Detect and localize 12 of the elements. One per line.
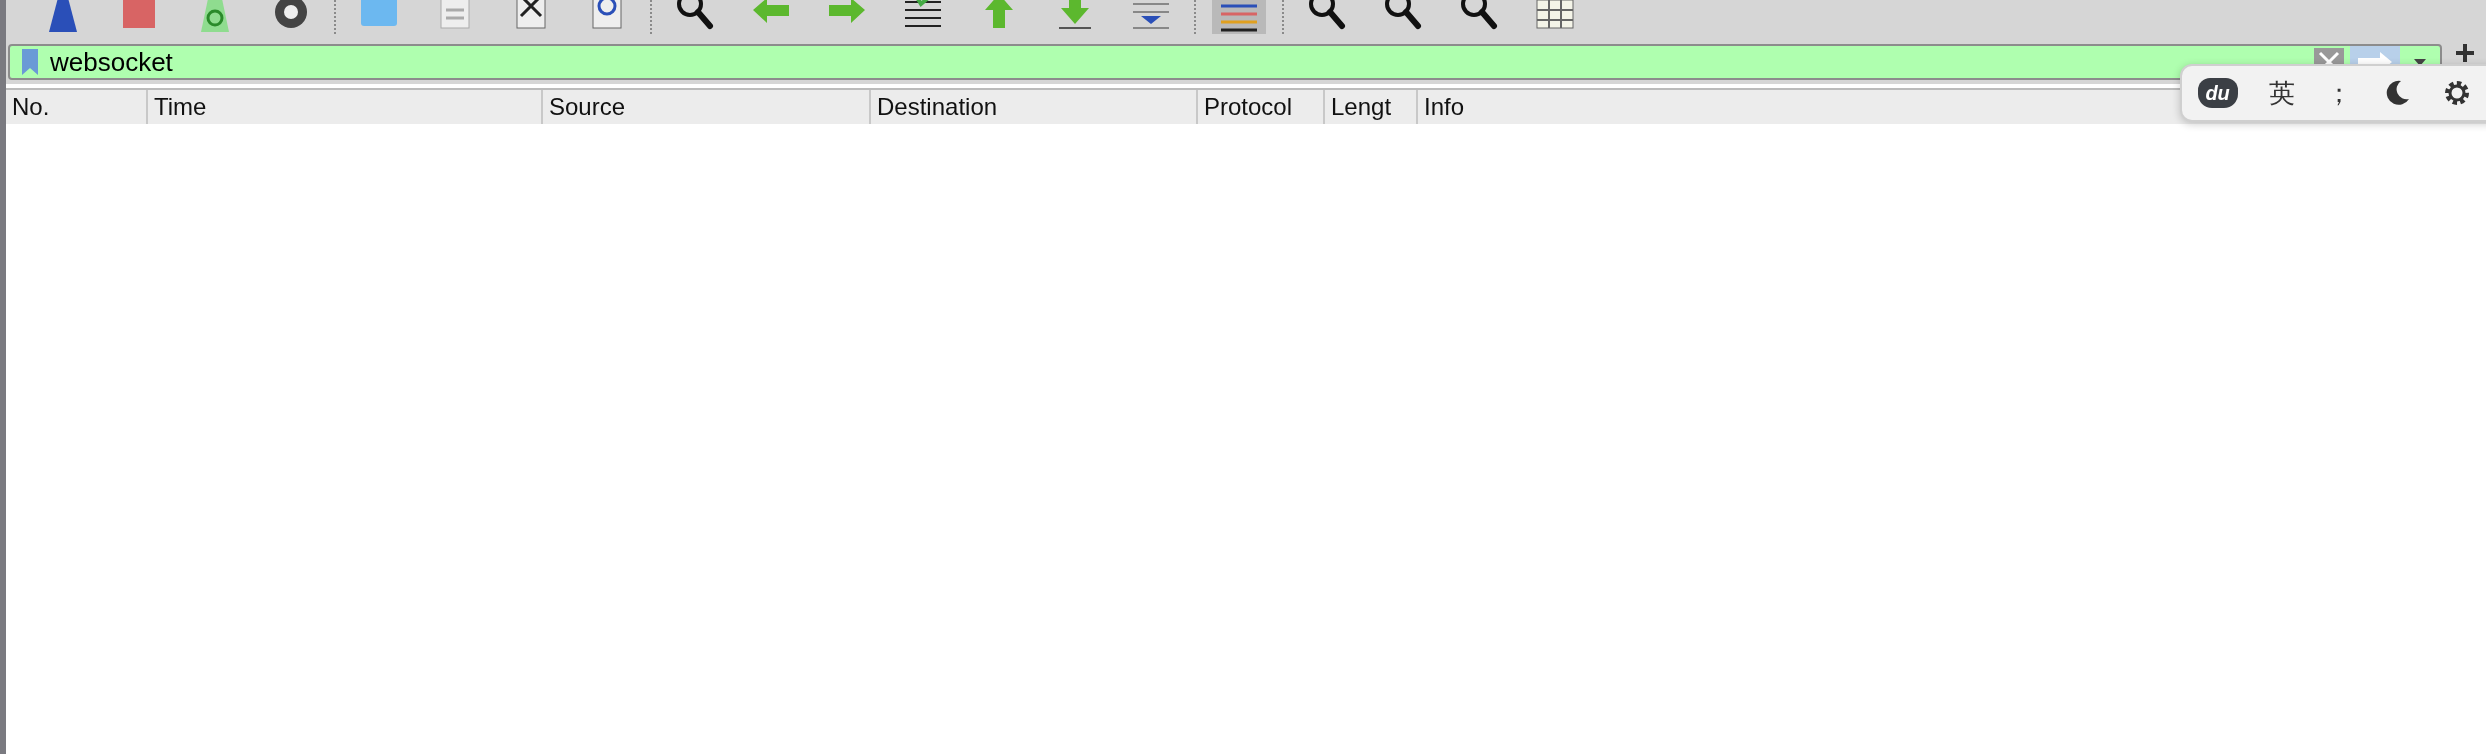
column-header[interactable]: Protocol <box>1196 90 1323 124</box>
toolbar-button[interactable] <box>1212 0 1266 34</box>
column-header[interactable]: Destination <box>869 90 1196 124</box>
column-header[interactable]: Time <box>146 90 541 124</box>
column-header[interactable]: No. <box>6 90 146 124</box>
filter-field[interactable]: websocket <box>8 44 2442 80</box>
paw-logo: du <box>2197 78 2238 108</box>
column-header[interactable]: Info <box>1416 90 1816 124</box>
column-header[interactable]: Lengt <box>1323 90 1416 124</box>
column-header[interactable]: Source <box>541 90 869 124</box>
add-filter-button[interactable] <box>2456 44 2474 62</box>
plus-icon <box>2456 44 2474 62</box>
